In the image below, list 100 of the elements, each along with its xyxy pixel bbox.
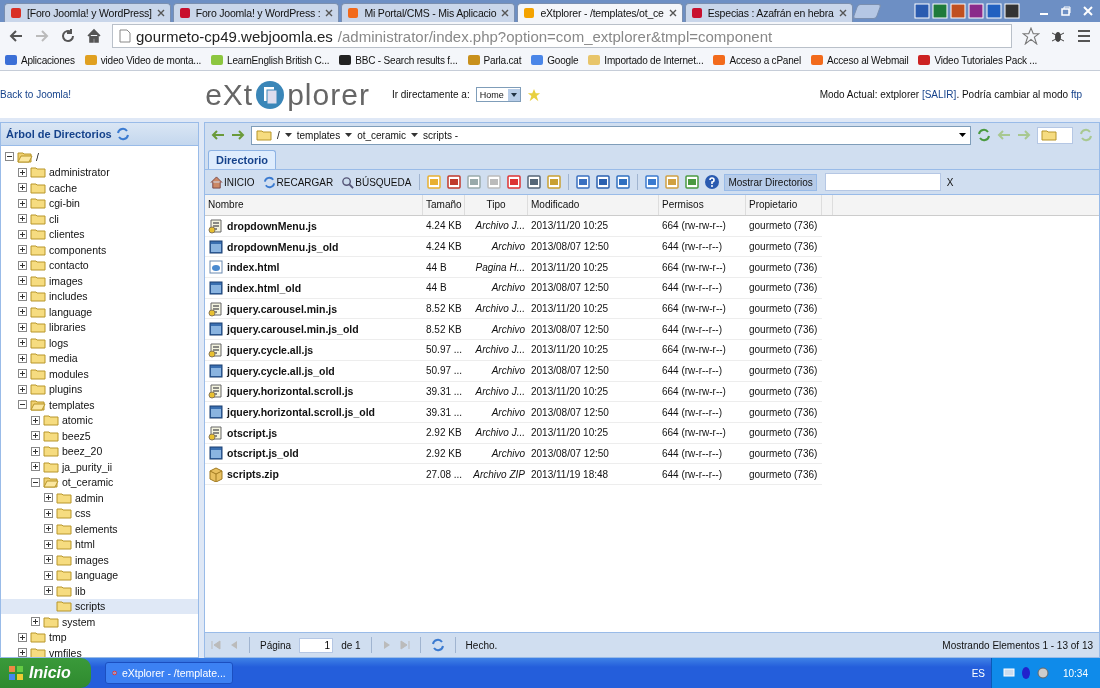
bookmark-link[interactable]: Google [530,53,579,67]
home-icon[interactable] [86,28,102,44]
toolbar-icon[interactable] [644,174,661,190]
search-button[interactable]: BÚSQUEDA [339,173,414,191]
expand-icon[interactable] [44,586,53,596]
expand-icon[interactable] [31,617,40,627]
toolbar-icon[interactable] [615,174,632,190]
app-icon[interactable] [986,3,1002,19]
app-icon[interactable] [968,3,984,19]
tree-item[interactable]: tmp [1,629,198,645]
tree-item[interactable]: media [1,350,198,366]
ftp-link[interactable]: ftp [1070,89,1082,100]
caret-icon[interactable] [345,133,353,137]
bookmark-link[interactable]: BBC - Search results f... [338,53,458,67]
column-header[interactable]: Tamaño [423,195,465,215]
browser-tab[interactable]: Especias : Azafrán en hebra [684,3,853,22]
app-icon[interactable] [914,3,930,19]
toolbar-icon[interactable] [506,174,523,190]
show-directories-button[interactable]: Mostrar Directorios [724,173,817,191]
tree-item[interactable]: scripts [1,598,198,614]
tree-item[interactable]: templates [1,397,198,413]
tree-item[interactable]: modules [1,366,198,382]
tree-item[interactable]: admin [1,490,198,506]
tree-item[interactable]: administrator [1,164,198,180]
path-segment[interactable]: / [277,129,280,141]
reload-button[interactable]: RECARGAR [260,173,336,191]
expand-icon[interactable] [18,276,27,286]
tree-item[interactable]: vmfiles [1,645,198,657]
taskbar-button[interactable]: eXtplorer - /template... [104,662,233,684]
toolbar-icon[interactable] [526,174,543,190]
expand-icon[interactable] [31,446,40,456]
close-icon[interactable] [156,9,165,17]
browser-tab[interactable]: eXtplorer - /templates/ot_ce [517,3,683,22]
goto-select[interactable]: Home [475,87,521,102]
tree-item[interactable]: lib [1,583,198,599]
language-indicator[interactable]: ES [971,667,985,679]
tree-item[interactable]: libraries [1,319,198,335]
refresh-icon[interactable] [977,128,991,142]
tree-item[interactable]: language [1,304,198,320]
expand-icon[interactable] [18,167,27,177]
close-icon[interactable] [668,9,677,17]
home-button[interactable]: INICIO [208,173,257,191]
expand-icon[interactable] [18,198,27,208]
refresh-icon[interactable] [430,638,445,652]
start-button[interactable]: Inicio [0,658,91,688]
column-header[interactable]: Modificado [528,195,659,215]
expand-icon[interactable] [18,307,27,317]
toolbar-icon[interactable] [575,174,592,190]
tree-item[interactable]: ja_purity_ii [1,459,198,475]
tree-item[interactable]: includes [1,288,198,304]
close-icon[interactable] [838,9,847,17]
tree-item[interactable]: css [1,505,198,521]
bookmark-link[interactable]: Acceso al Webmail [809,53,909,67]
expand-icon[interactable] [31,431,40,441]
tree-item[interactable]: components [1,242,198,258]
tree-item[interactable]: images [1,273,198,289]
expand-icon[interactable] [18,260,27,270]
path-segment[interactable]: templates [296,129,341,141]
tree-item[interactable]: clientes [1,226,198,242]
expand-icon[interactable] [18,214,27,224]
tree-item[interactable]: beez5 [1,428,198,444]
close-icon[interactable] [501,9,510,17]
caret-icon[interactable] [411,133,419,137]
back-link[interactable]: Back to Joomla! [0,89,72,100]
back-icon[interactable] [8,28,24,44]
tree-item[interactable]: cli [1,211,198,227]
collapse-icon[interactable] [5,152,14,162]
app-icon[interactable] [1004,3,1020,19]
tree-item[interactable]: plugins [1,381,198,397]
path-combo[interactable]: / templates ot_ceramic scripts - [251,125,971,145]
tree-item[interactable]: elements [1,521,198,537]
tree-item[interactable]: system [1,614,198,630]
expand-icon[interactable] [44,524,53,534]
address-field[interactable]: gourmeto-cp49.webjoomla.es /administrator/index.php?option=com_extplorer&tmpl=component [112,24,1012,48]
expand-icon[interactable] [44,493,53,503]
expand-icon[interactable] [18,632,27,642]
expand-icon[interactable] [18,369,27,379]
tree-item[interactable]: html [1,536,198,552]
bookmark-link[interactable]: Importado de Internet... [587,53,704,67]
expand-icon[interactable] [18,245,27,255]
browser-tab[interactable]: [Foro Joomla! y WordPress] [4,3,171,22]
expand-icon[interactable] [44,570,53,580]
expand-icon[interactable] [18,322,27,332]
expand-icon[interactable] [18,384,27,394]
collapse-icon[interactable] [31,477,40,487]
expand-icon[interactable] [18,291,27,301]
help-icon[interactable] [704,174,721,190]
tree-item[interactable]: language [1,567,198,583]
caret-icon[interactable] [959,133,966,137]
tree-item[interactable]: atomic [1,412,198,428]
bookmark-link[interactable]: Acceso a cPanel [712,53,801,67]
expand-icon[interactable] [18,183,27,193]
tree-item[interactable]: / [1,149,198,165]
path-segment[interactable]: scripts - [423,129,459,141]
reload-icon[interactable] [60,28,76,44]
toolbar-icon[interactable] [595,174,612,190]
expand-icon[interactable] [44,508,53,518]
tree-item[interactable]: images [1,552,198,568]
expand-icon[interactable] [18,229,27,239]
filter-field[interactable] [824,173,941,191]
